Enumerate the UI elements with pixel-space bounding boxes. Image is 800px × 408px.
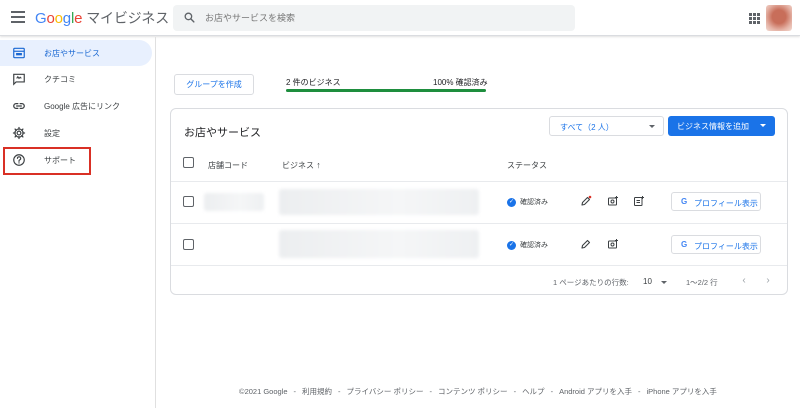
edit-pencil-icon[interactable] [580,238,592,250]
copyright: ©2021 Google [239,387,288,396]
card-title: お店やサービス [184,127,261,139]
app-logo[interactable]: Google マイビジネス [35,8,169,28]
create-group-button[interactable]: グループを作成 [174,74,254,95]
rows-per-page-value: 10 [643,277,652,286]
view-profile-label: プロフィール表示 [694,242,758,251]
link-icon [13,103,25,109]
add-post-icon[interactable] [633,195,645,207]
redacted-business-info [279,230,479,258]
sidebar-item-label: クチコミ [44,75,76,84]
column-header-status: ステータス [507,161,547,170]
view-profile-button[interactable]: G プロフィール表示 [671,192,761,211]
google-g-icon: G [681,197,688,206]
gear-icon [12,126,26,140]
select-all-checkbox[interactable] [183,157,194,168]
footer-link-content-policy[interactable]: コンテンツ ポリシー [438,387,508,396]
search-icon [184,12,195,23]
verified-percent: 100% 確認済み [433,78,488,87]
account-avatar[interactable] [766,5,792,31]
sidebar-item-reviews[interactable]: クチコミ [0,66,152,92]
menu-icon[interactable] [11,11,25,23]
review-icon [13,73,25,86]
divider [171,181,787,182]
footer-link-privacy[interactable]: プライバシー ポリシー [347,387,424,396]
next-page-icon[interactable]: › [763,275,773,287]
chevron-down-icon [760,124,766,127]
top-app-bar: Google マイビジネス [0,0,800,36]
sort-arrow-up-icon: ↑ [316,160,321,170]
edit-pencil-icon[interactable] [580,195,592,207]
search-bar[interactable] [173,5,575,31]
add-photo-icon[interactable] [607,195,619,207]
row-checkbox[interactable] [183,239,194,250]
google-wordmark: Google [35,10,83,27]
divider [171,223,787,224]
footer-link-android-app[interactable]: Android アプリを入手 [559,387,632,396]
column-header-business[interactable]: ビジネス ↑ [282,160,321,171]
progress-fill [286,89,486,92]
redacted-business-info [279,189,479,215]
column-header-store-code[interactable]: 店舗コード [208,160,248,171]
locations-card: お店やサービス すべて（2 人） ビジネス情報を追加 店舗コード ビジネス ↑ … [170,108,788,295]
sidebar-item-google-ads-link[interactable]: Google 広告にリンク [0,93,152,119]
filter-value: すべて（2 人） [560,123,614,132]
product-name: マイビジネス [86,10,170,26]
status-verified: ✓ 確認済み [507,240,548,250]
support-highlight-box [3,147,91,175]
footer-link-iphone-app[interactable]: iPhone アプリを入手 [647,387,717,396]
business-count: 2 件のビジネス [286,78,341,87]
footer-link-help[interactable]: ヘルプ [522,387,545,396]
rows-per-page-label: 1 ページあたりの行数: [553,278,629,287]
footer-link-terms[interactable]: 利用規約 [302,387,332,396]
chevron-down-icon [649,125,655,128]
sidebar-item-label: Google 広告にリンク [44,102,121,111]
status-verified: ✓ 確認済み [507,197,548,207]
column-header-label: ビジネス [282,161,314,170]
status-text: 確認済み [520,242,548,249]
pagination-range: 1〜2/2 行 [686,278,718,287]
sidebar-item-stores[interactable]: お店やサービス [0,40,152,66]
sidebar-item-label: お店やサービス [44,49,100,58]
redacted-store-code [204,193,264,211]
status-text: 確認済み [520,199,548,206]
store-icon [13,47,25,59]
filter-dropdown[interactable]: すべて（2 人） [549,116,664,136]
add-photo-icon[interactable] [607,238,619,250]
rows-per-page-select[interactable]: 10 [641,275,669,288]
add-business-button[interactable]: ビジネス情報を追加 [668,116,775,136]
add-business-label: ビジネス情報を追加 [677,122,749,131]
row-checkbox[interactable] [183,196,194,207]
apps-grid-icon[interactable] [749,13,760,24]
verified-check-icon: ✓ [507,240,516,250]
verification-progress-bar [286,89,486,92]
sidebar: お店やサービス クチコミ Google 広告にリンク 設定 サポート [0,37,156,408]
search-input[interactable] [205,9,565,27]
chevron-down-icon [661,281,667,284]
previous-page-icon[interactable]: ‹ [739,275,749,287]
sidebar-item-label: 設定 [44,129,60,138]
verified-check-icon: ✓ [507,197,516,207]
sidebar-item-settings[interactable]: 設定 [0,120,152,146]
view-profile-label: プロフィール表示 [694,199,758,208]
footer: ©2021 Google - 利用規約 - プライバシー ポリシー - コンテンツ ポリシー… [239,387,717,396]
view-profile-button[interactable]: G プロフィール表示 [671,235,761,254]
google-g-icon: G [681,240,688,249]
divider [171,265,787,266]
